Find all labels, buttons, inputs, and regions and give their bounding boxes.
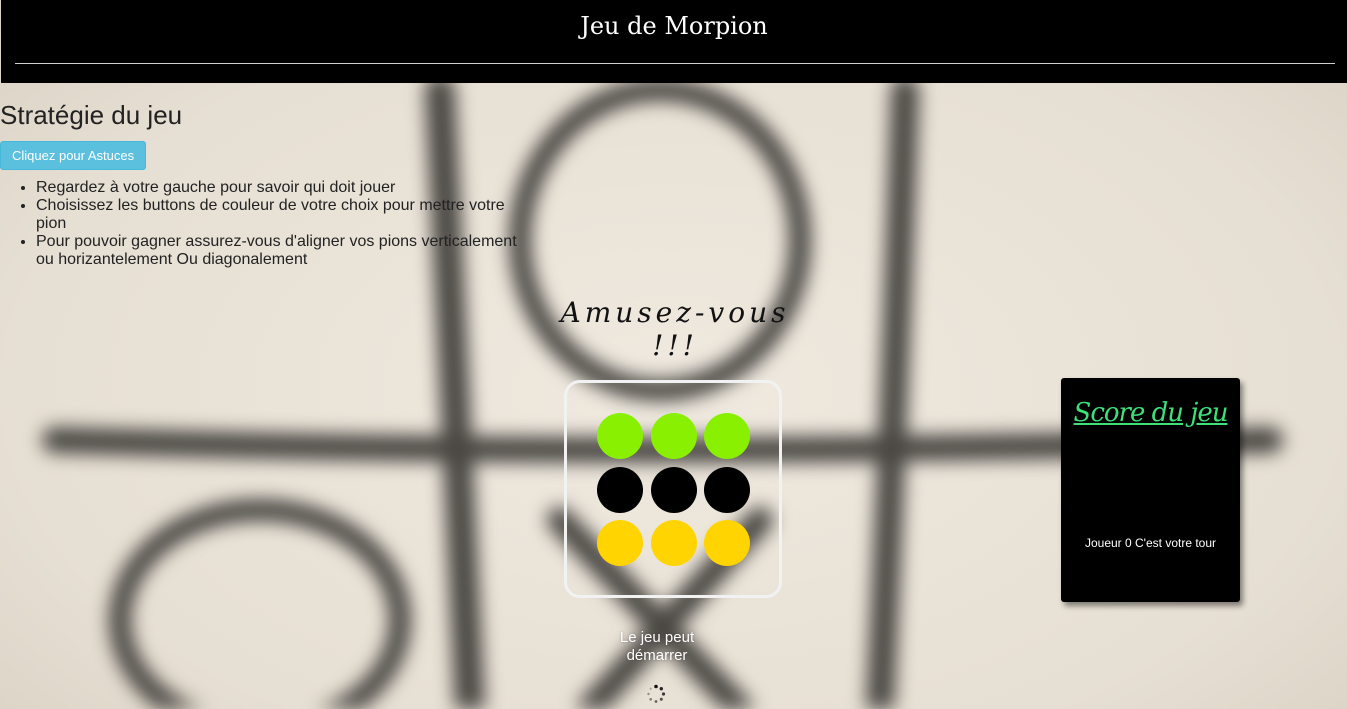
board-cell[interactable] xyxy=(597,467,643,513)
board-cell[interactable] xyxy=(651,413,697,459)
list-item: Pour pouvoir gagner assurez-vous d'align… xyxy=(36,233,536,269)
score-panel: Score du jeu Joueur 0 C'est votre tour xyxy=(1061,378,1240,602)
board-cell[interactable] xyxy=(651,520,697,566)
score-title: Score du jeu xyxy=(1073,398,1229,428)
page-header: Jeu de Morpion xyxy=(1,0,1347,83)
turn-indicator: Joueur 0 C'est votre tour xyxy=(1084,536,1217,550)
game-board xyxy=(564,380,782,598)
tips-button[interactable]: Cliquez pour Astuces xyxy=(0,141,147,170)
strategy-section: Stratégie du jeu Cliquez pour Astuces Re… xyxy=(0,100,600,269)
list-item: Choisissez les buttons de couleur de vot… xyxy=(36,197,536,233)
loading-spinner-icon xyxy=(647,684,666,703)
game-status: Le jeu peut démarrer xyxy=(619,629,695,664)
list-item: Regardez à votre gauche pour savoir qui … xyxy=(36,179,536,197)
board-cell[interactable] xyxy=(597,520,643,566)
board-cell[interactable] xyxy=(704,413,750,459)
page-title: Jeu de Morpion xyxy=(580,12,768,40)
board-cell[interactable] xyxy=(651,467,697,513)
board-cell[interactable] xyxy=(597,413,643,459)
header-divider xyxy=(15,63,1335,64)
board-cell[interactable] xyxy=(704,520,750,566)
slogan: Amusez-vous !!! xyxy=(560,296,790,362)
strategy-heading: Stratégie du jeu xyxy=(0,100,183,130)
strategy-list: Regardez à votre gauche pour savoir qui … xyxy=(0,179,600,269)
board-cell[interactable] xyxy=(704,467,750,513)
